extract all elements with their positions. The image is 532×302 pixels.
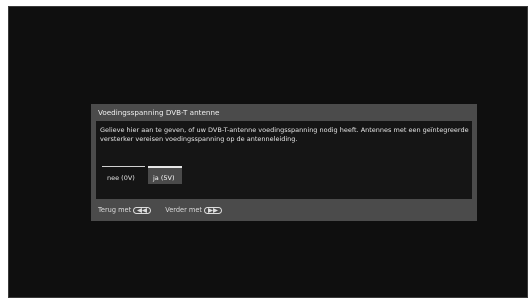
dialog-body: Gelieve hier aan te geven, of uw DVB-T-a…: [96, 121, 472, 199]
option-ja-label: ja (5V): [153, 174, 175, 182]
option-ja-5v[interactable]: ja (5V): [148, 166, 182, 184]
fast-forward-icon: [203, 206, 222, 214]
option-nee-label: nee (0V): [107, 174, 135, 182]
dialog-title: Voedingsspanning DVB-T antenne: [98, 108, 220, 117]
dialog-message: Gelieve hier aan te geven, of uw DVB-T-a…: [100, 126, 469, 143]
next-hint[interactable]: Verder met: [165, 206, 222, 214]
antenna-power-dialog: Voedingsspanning DVB-T antenne Gelieve h…: [91, 104, 477, 221]
tv-screen: Voedingsspanning DVB-T antenne Gelieve h…: [8, 6, 528, 298]
option-nee-0v[interactable]: nee (0V): [102, 166, 145, 184]
next-label: Verder met: [165, 206, 202, 214]
back-hint[interactable]: Terug met: [98, 206, 152, 214]
back-label: Terug met: [98, 206, 132, 214]
dialog-footer: Terug met Verder met: [98, 206, 222, 214]
rewind-icon: [133, 206, 152, 214]
